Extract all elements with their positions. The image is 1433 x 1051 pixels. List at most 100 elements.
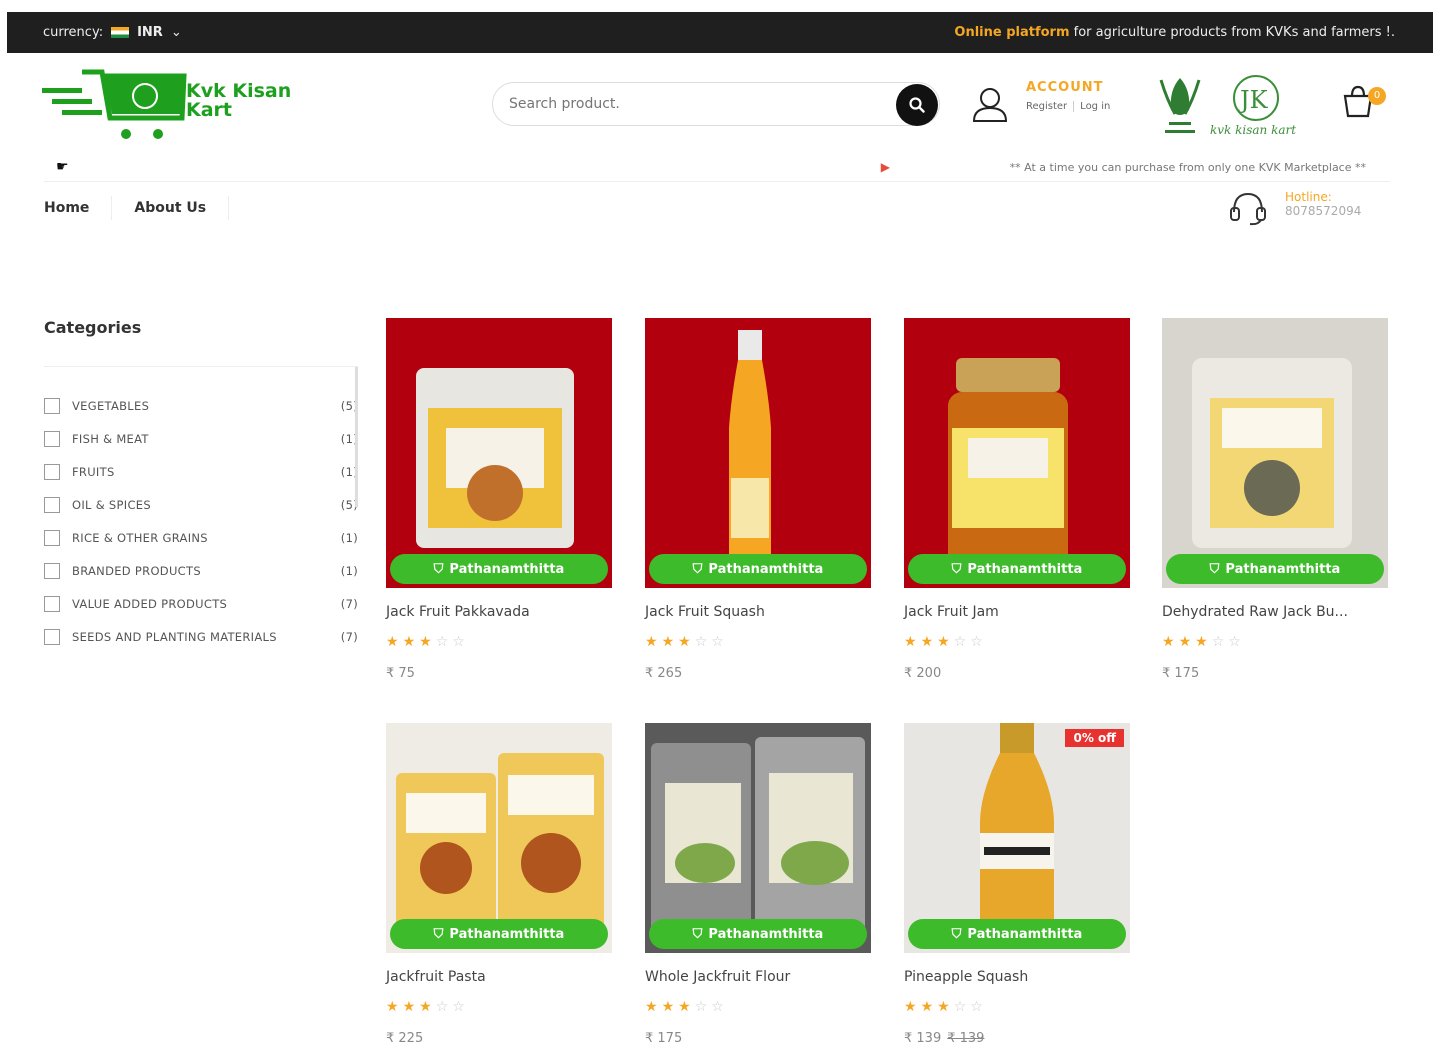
product-card[interactable]: ⛉ Pathanamthitta Jack Fruit Pakkavada ★★… bbox=[386, 318, 612, 681]
category-item[interactable]: BRANDED PRODUCTS (1) bbox=[44, 554, 358, 587]
category-count: (5) bbox=[340, 398, 358, 413]
product-image[interactable]: 0% off ⛉ Pathanamthitta bbox=[904, 723, 1130, 953]
notice-bar: ☛ ▶ ** At a time you can purchase from o… bbox=[44, 156, 1390, 182]
product-card[interactable]: ⛉ Pathanamthitta Jack Fruit Squash ★★★☆☆… bbox=[645, 318, 871, 681]
category-checkbox[interactable] bbox=[44, 595, 60, 612]
category-item[interactable]: VALUE ADDED PRODUCTS (7) bbox=[44, 587, 358, 620]
price-value: ₹ 75 bbox=[386, 666, 415, 681]
india-flag-icon bbox=[111, 27, 130, 38]
bag-icon: ⛉ bbox=[951, 926, 962, 942]
category-item[interactable]: RICE & OTHER GRAINS (1) bbox=[44, 521, 358, 554]
account-title: ACCOUNT bbox=[1026, 80, 1104, 95]
category-item[interactable]: FISH & MEAT (1) bbox=[44, 422, 358, 455]
nav-about-us[interactable]: About Us bbox=[134, 196, 230, 220]
discount-badge: 0% off bbox=[1065, 729, 1124, 747]
price-value: ₹ 175 bbox=[1162, 666, 1200, 681]
currency-selector[interactable]: currency: INR ⌄ bbox=[43, 25, 182, 40]
product-price: ₹ 175 bbox=[1162, 666, 1388, 681]
product-card[interactable]: ⛉ Pathanamthitta Whole Jackfruit Flour ★… bbox=[645, 723, 871, 1046]
category-name: VALUE ADDED PRODUCTS bbox=[72, 596, 228, 611]
main-nav: Home About Us bbox=[44, 196, 251, 220]
star-icon: ★ bbox=[645, 999, 662, 1015]
currency-value[interactable]: INR bbox=[137, 25, 163, 40]
kvk-name: Pathanamthitta bbox=[449, 561, 565, 577]
category-item[interactable]: FRUITS (1) bbox=[44, 455, 358, 488]
product-rating: ★★★☆☆ bbox=[645, 999, 871, 1015]
category-name: FRUITS bbox=[72, 464, 115, 479]
star-icon: ★ bbox=[1178, 634, 1196, 650]
product-image[interactable]: ⛉ Pathanamthitta bbox=[904, 318, 1130, 588]
login-link[interactable]: Log in bbox=[1073, 101, 1110, 112]
product-price: ₹ 225 bbox=[386, 1031, 612, 1046]
svg-text:JK: JK bbox=[1237, 86, 1269, 114]
kvk-badge: ⛉ Pathanamthitta bbox=[908, 919, 1126, 949]
product-card[interactable]: 0% off ⛉ Pathanamthitta Pineapple Squash… bbox=[904, 723, 1130, 1046]
register-link[interactable]: Register bbox=[1026, 101, 1067, 112]
product-name[interactable]: Jack Fruit Squash bbox=[645, 604, 871, 620]
star-icon: ★ bbox=[419, 634, 436, 650]
nav-home[interactable]: Home bbox=[44, 196, 113, 220]
category-item[interactable]: OIL & SPICES (5) bbox=[44, 488, 358, 521]
star-icon: ★ bbox=[678, 999, 695, 1015]
product-name[interactable]: Pineapple Squash bbox=[904, 969, 1130, 985]
star-icon: ★ bbox=[937, 999, 954, 1015]
hotline-label: Hotline: bbox=[1285, 190, 1332, 204]
star-empty-icon: ☆ bbox=[970, 634, 987, 650]
star-icon: ★ bbox=[419, 999, 436, 1015]
kvk-badge: ⛉ Pathanamthitta bbox=[390, 554, 608, 584]
kvk-badge: ⛉ Pathanamthitta bbox=[908, 554, 1126, 584]
star-empty-icon: ☆ bbox=[435, 634, 453, 650]
category-checkbox[interactable] bbox=[44, 463, 60, 480]
product-image[interactable]: ⛉ Pathanamthitta bbox=[645, 723, 871, 953]
category-checkbox[interactable] bbox=[44, 628, 60, 645]
category-checkbox[interactable] bbox=[44, 397, 60, 414]
bag-icon: ⛉ bbox=[692, 561, 703, 577]
star-icon: ★ bbox=[386, 634, 403, 650]
product-image[interactable]: ⛉ Pathanamthitta bbox=[386, 723, 612, 953]
category-checkbox[interactable] bbox=[44, 562, 60, 579]
product-name[interactable]: Dehydrated Raw Jack Bu... bbox=[1162, 604, 1388, 620]
product-price: ₹ 139 ₹ 139 bbox=[904, 1031, 1130, 1046]
search-box bbox=[492, 82, 940, 126]
search-button[interactable] bbox=[896, 84, 938, 126]
search-input[interactable] bbox=[509, 96, 869, 112]
product-price: ₹ 265 bbox=[645, 666, 871, 681]
product-image[interactable]: ⛉ Pathanamthitta bbox=[1162, 318, 1388, 588]
product-image[interactable]: ⛉ Pathanamthitta bbox=[386, 318, 612, 588]
old-price: ₹ 139 bbox=[947, 1031, 985, 1046]
category-item[interactable]: VEGETABLES (5) bbox=[44, 389, 358, 422]
category-count: (1) bbox=[340, 563, 358, 578]
product-card[interactable]: ⛉ Pathanamthitta Jack Fruit Jam ★★★☆☆ ₹ … bbox=[904, 318, 1130, 681]
category-checkbox[interactable] bbox=[44, 529, 60, 546]
category-checkbox[interactable] bbox=[44, 430, 60, 447]
category-checkbox[interactable] bbox=[44, 496, 60, 513]
product-card[interactable]: ⛉ Pathanamthitta Jackfruit Pasta ★★★☆☆ ₹… bbox=[386, 723, 612, 1046]
star-icon: ★ bbox=[904, 999, 921, 1015]
star-empty-icon: ☆ bbox=[694, 634, 712, 650]
star-icon: ★ bbox=[678, 634, 695, 650]
bag-icon: ⛉ bbox=[692, 926, 703, 942]
star-empty-icon: ☆ bbox=[711, 634, 728, 650]
price-value: ₹ 200 bbox=[904, 666, 942, 681]
product-rating: ★★★☆☆ bbox=[904, 999, 1130, 1015]
kvk-badge: ⛉ Pathanamthitta bbox=[649, 919, 867, 949]
tagline: Online platform for agriculture products… bbox=[954, 25, 1395, 40]
product-rating: ★★★☆☆ bbox=[386, 634, 612, 650]
star-icon: ★ bbox=[661, 999, 679, 1015]
star-icon: ★ bbox=[402, 634, 420, 650]
product-rating: ★★★☆☆ bbox=[904, 634, 1130, 650]
product-card[interactable]: ⛉ Pathanamthitta Dehydrated Raw Jack Bu.… bbox=[1162, 318, 1388, 681]
chevron-down-icon[interactable]: ⌄ bbox=[171, 25, 182, 40]
category-count: (1) bbox=[340, 431, 358, 446]
star-empty-icon: ☆ bbox=[452, 999, 469, 1015]
product-name[interactable]: Jack Fruit Jam bbox=[904, 604, 1130, 620]
hotline-number[interactable]: 8078572094 bbox=[1285, 204, 1361, 218]
product-name[interactable]: Jack Fruit Pakkavada bbox=[386, 604, 612, 620]
product-image[interactable]: ⛉ Pathanamthitta bbox=[645, 318, 871, 588]
kvk-name: Pathanamthitta bbox=[967, 926, 1083, 942]
product-name[interactable]: Jackfruit Pasta bbox=[386, 969, 612, 985]
category-item[interactable]: SEEDS AND PLANTING MATERIALS (7) bbox=[44, 620, 358, 653]
kvk-name: Pathanamthitta bbox=[967, 561, 1083, 577]
user-icon[interactable] bbox=[970, 86, 1010, 122]
product-name[interactable]: Whole Jackfruit Flour bbox=[645, 969, 871, 985]
